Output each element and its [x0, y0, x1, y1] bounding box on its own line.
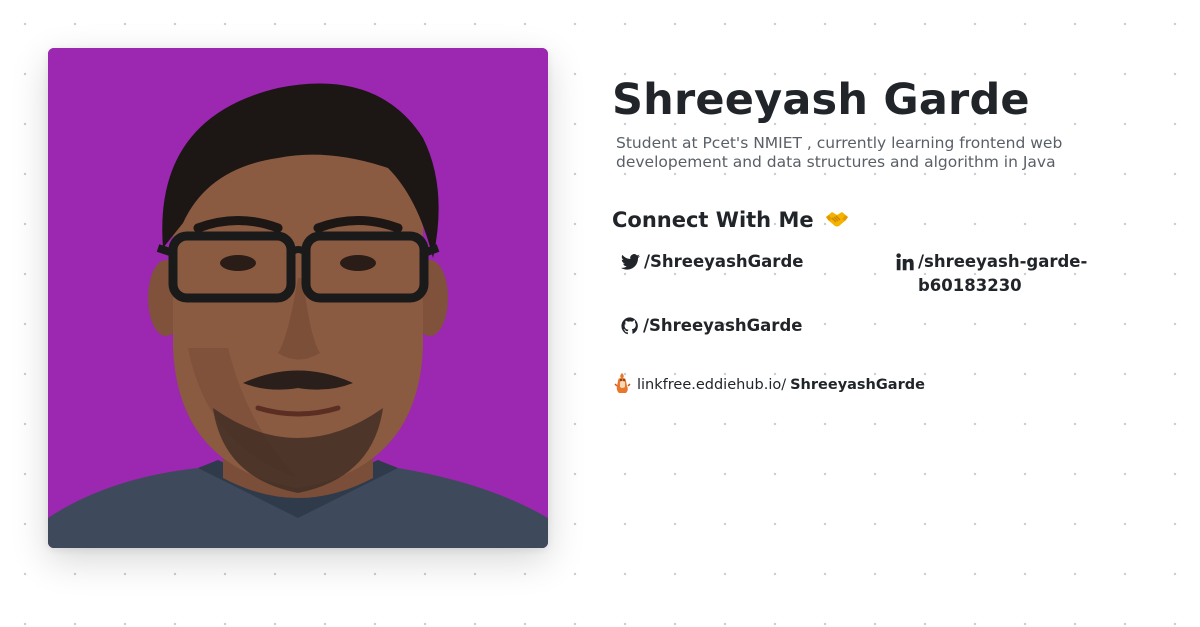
- github-icon: [621, 317, 639, 342]
- profile-bio: Student at Pcet's NMIET , currently lear…: [616, 134, 1063, 171]
- linkedin-link[interactable]: /shreeyash-garde-b60183230: [896, 250, 1106, 298]
- twitter-link[interactable]: /ShreeyashGarde: [621, 250, 803, 277]
- linkfree-username: ShreeyashGarde: [790, 377, 925, 393]
- github-handle: /ShreeyashGarde: [643, 316, 803, 335]
- linkedin-handle: /shreeyash-garde-b60183230: [918, 252, 1088, 295]
- connect-heading: Connect With Me: [612, 206, 1172, 236]
- linkfree-link[interactable]: linkfree.eddiehub.io/ ShreeyashGarde: [614, 372, 925, 398]
- linkfree-domain: linkfree.eddiehub.io/: [637, 377, 787, 393]
- twitter-icon: [621, 253, 640, 277]
- profile-info: Shreeyash Garde Student at Pcet's NMIET …: [612, 72, 1172, 350]
- profile-name: Shreeyash Garde: [612, 75, 1030, 125]
- social-links: /ShreeyashGarde /shreeyash-garde-b601832…: [612, 250, 1172, 350]
- profile-photo-image: [48, 48, 548, 548]
- linkedin-icon: [896, 253, 914, 278]
- linkfree-logo-icon: [614, 372, 631, 398]
- connect-heading-text: Connect With Me: [612, 208, 814, 232]
- twitter-handle: /ShreeyashGarde: [644, 252, 804, 271]
- handshake-icon: [825, 208, 849, 236]
- github-link[interactable]: /ShreeyashGarde: [621, 314, 802, 342]
- profile-photo: [48, 48, 548, 548]
